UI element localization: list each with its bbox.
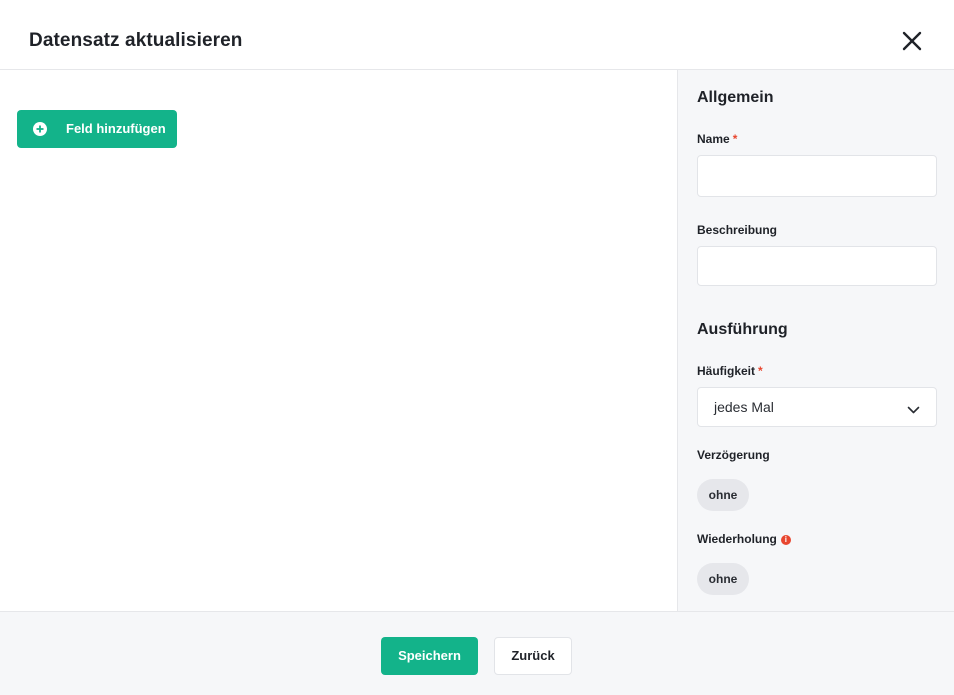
save-button[interactable]: Speichern: [381, 637, 478, 675]
frequency-value: jedes Mal: [714, 399, 774, 415]
fields-area: Feld hinzufügen: [0, 70, 677, 611]
dialog-title: Datensatz aktualisieren: [29, 30, 243, 51]
plus-circle-icon: [33, 122, 47, 136]
name-field[interactable]: [697, 155, 937, 197]
chevron-down-icon: [907, 402, 920, 414]
frequency-label-text: Häufigkeit: [697, 364, 756, 378]
required-marker: *: [758, 364, 763, 378]
delay-label: Verzögerung: [697, 448, 770, 462]
dialog-header: Datensatz aktualisieren: [0, 0, 954, 70]
section-title-execution: Ausführung: [697, 321, 788, 338]
add-field-button[interactable]: Feld hinzufügen: [17, 110, 177, 148]
delay-toggle[interactable]: ohne: [697, 479, 749, 511]
settings-panel: Allgemein Name * Beschreibung Ausführung …: [677, 70, 954, 611]
section-title-general: Allgemein: [697, 89, 774, 106]
dialog-footer: Speichern Zurück: [0, 611, 954, 695]
frequency-select[interactable]: jedes Mal: [697, 387, 937, 427]
add-field-label: Feld hinzufügen: [66, 121, 166, 136]
frequency-label: Häufigkeit *: [697, 364, 763, 378]
name-label: Name *: [697, 132, 737, 146]
close-icon[interactable]: [898, 27, 926, 55]
update-record-dialog: Datensatz aktualisieren Feld hinzufügen …: [0, 0, 954, 695]
repeat-toggle[interactable]: ohne: [697, 563, 749, 595]
description-field[interactable]: [697, 246, 937, 286]
info-icon[interactable]: i: [780, 535, 791, 545]
required-marker: *: [732, 132, 738, 146]
description-label: Beschreibung: [697, 223, 778, 237]
name-label-text: Name: [697, 132, 730, 146]
back-button[interactable]: Zurück: [494, 637, 572, 675]
repeat-label: Wiederholung i: [697, 532, 791, 546]
repeat-label-text: Wiederholung: [697, 532, 777, 546]
